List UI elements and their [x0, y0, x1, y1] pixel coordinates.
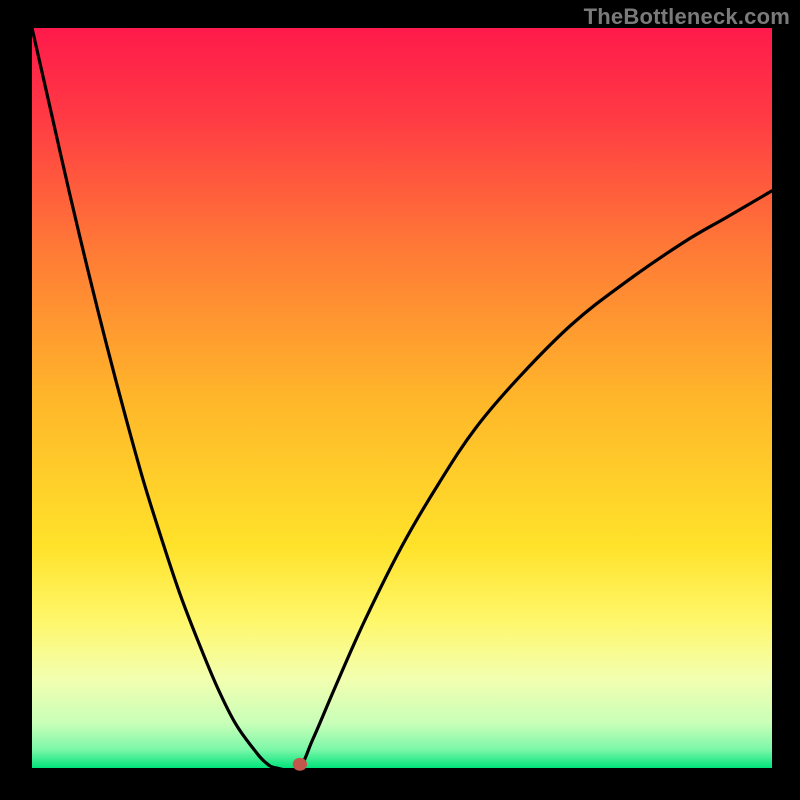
bottleneck-chart: [0, 0, 800, 800]
optimum-marker: [293, 758, 307, 771]
plot-background: [32, 28, 772, 768]
chart-frame: TheBottleneck.com: [0, 0, 800, 800]
